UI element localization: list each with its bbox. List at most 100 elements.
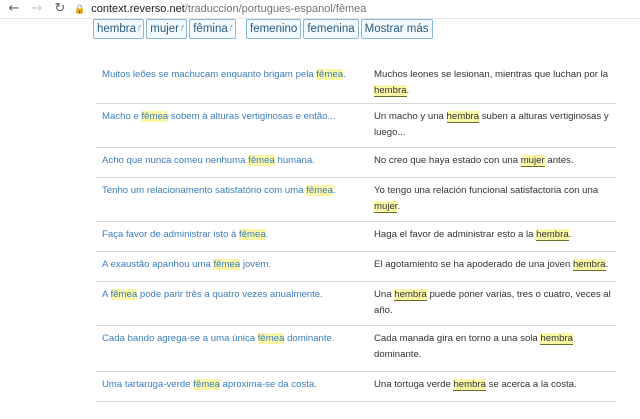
target-sentence[interactable]: Una hembra puede poner varias, tres o cu…	[374, 287, 619, 319]
back-arrow-icon[interactable]: ←	[6, 1, 22, 17]
example-row: Muitos leões se machucam enquanto brigam…	[96, 62, 616, 104]
sentence-text: Haga el favor de administrar esto a la	[374, 229, 537, 240]
sentence-text: Faça favor de administrar isto à	[102, 229, 240, 240]
gender-tag: f	[138, 24, 141, 33]
translation-chip[interactable]: mujer f	[146, 19, 188, 39]
source-sentence[interactable]: Muitos leões se machucam enquanto brigam…	[102, 67, 362, 83]
highlighted-term[interactable]: hembra	[374, 85, 407, 97]
example-row: Faça favor de administrar isto à fêmea. H…	[96, 222, 616, 252]
highlighted-term[interactable]: fêmea	[110, 289, 138, 300]
sentence-text: dominante.	[374, 349, 422, 360]
lock-icon[interactable]: 🔒	[74, 1, 85, 17]
gender-tag: f	[229, 24, 232, 33]
sentence-text: .	[605, 259, 609, 270]
chip-label: hembra	[97, 23, 136, 35]
sentence-text: humana.	[274, 155, 315, 166]
translation-chip[interactable]: femenina	[303, 19, 359, 39]
sentence-text: Yo tengo una relación funcional satisfac…	[374, 185, 599, 196]
sentence-text: Muchos leones se lesionan, mientras que …	[374, 69, 609, 80]
highlighted-term[interactable]: mujer	[520, 155, 545, 167]
example-row: Acho que nunca comeu nenhuma fêmea human…	[96, 148, 616, 178]
address-bar[interactable]: 🔒 context.reverso.net/traduccion/portugue…	[74, 1, 634, 17]
target-sentence[interactable]: El agotamiento se ha apoderado de una jo…	[374, 257, 619, 273]
sentence-text: sobem à alturas vertiginosas e então...	[168, 111, 336, 122]
sentence-text: Acho que nunca comeu nenhuma	[102, 155, 249, 166]
translation-chips: hembra f mujer f fêmina f femenino femenina Most…	[93, 19, 435, 39]
sentence-text: Uma tartaruga-verde	[102, 379, 194, 390]
example-row: Macho e fêmea sobem à alturas vertiginos…	[96, 104, 616, 148]
target-sentence[interactable]: Cada manada gira en torno a una sola hem…	[374, 331, 619, 363]
sentence-text: .	[265, 229, 269, 240]
translation-chip[interactable]: hembra f	[93, 19, 145, 39]
translation-chip[interactable]: femenino	[246, 19, 302, 39]
sentence-text: A	[102, 289, 111, 300]
highlighted-term[interactable]: hembra	[394, 289, 427, 301]
highlighted-term[interactable]: mujer	[374, 201, 398, 213]
highlighted-term[interactable]: fêmea	[213, 259, 241, 270]
source-sentence[interactable]: Acho que nunca comeu nenhuma fêmea human…	[102, 153, 362, 169]
example-row: Cada bando agrega-se a uma única fêmea d…	[96, 326, 616, 372]
sentence-text: Una tortuga verde	[374, 379, 454, 390]
sentence-text: .	[397, 201, 401, 212]
url-path: /traduccion/portugues-espanol/fêmea	[184, 3, 367, 15]
chip-label: femenino	[250, 23, 298, 35]
sentence-text: antes.	[544, 155, 574, 166]
sentence-text: Muitos leões se machucam enquanto brigam…	[102, 69, 317, 80]
highlighted-term[interactable]: fêmea	[257, 333, 285, 344]
target-sentence[interactable]: Haga el favor de administrar esto a la h…	[374, 227, 619, 243]
target-sentence[interactable]: No creo que haya estado con una mujer an…	[374, 153, 619, 169]
highlighted-term[interactable]: fêmea	[316, 69, 344, 80]
url-host: context.reverso.net	[91, 3, 185, 15]
example-row: A fêmea pode parir três a quatro vezes a…	[96, 282, 616, 326]
sentence-text: Cada manada gira en torno a una sola	[374, 333, 541, 344]
highlighted-term[interactable]: hembra	[540, 333, 573, 345]
forward-arrow-icon[interactable]: →	[29, 1, 45, 17]
source-sentence[interactable]: Macho e fêmea sobem à alturas vertiginos…	[102, 109, 362, 125]
example-row: Uma tartaruga-verde fêmea aproxima-se da…	[96, 372, 616, 402]
source-sentence[interactable]: Uma tartaruga-verde fêmea aproxima-se da…	[102, 377, 362, 393]
sentence-text: Una	[374, 289, 395, 300]
chip-label: femenina	[307, 23, 355, 35]
highlighted-term[interactable]: hembra	[572, 259, 606, 271]
sentence-text: .	[332, 185, 336, 196]
examples-list: Muitos leões se machucam enquanto brigam…	[0, 62, 640, 402]
source-sentence[interactable]: A fêmea pode parir três a quatro vezes a…	[102, 287, 362, 303]
source-sentence[interactable]: A exaustão apanhou uma fêmea jovem.	[102, 257, 362, 273]
sentence-text: Tenho um relacionamento satisfatório com…	[102, 185, 307, 196]
sentence-text: pode parir três a quatro vezes anualment…	[137, 289, 323, 300]
source-sentence[interactable]: Faça favor de administrar isto à fêmea.	[102, 227, 362, 243]
sentence-text: .	[406, 85, 410, 96]
highlighted-term[interactable]: hembra	[446, 111, 480, 123]
sentence-text: se acerca a la costa.	[486, 379, 577, 390]
sentence-text: .	[568, 229, 572, 240]
chip-label: Mostrar más	[364, 23, 429, 35]
highlighted-term[interactable]: fêmea	[306, 185, 333, 196]
sentence-text: El agotamiento se ha apoderado de una jo…	[374, 259, 573, 270]
highlighted-term[interactable]: hembra	[453, 379, 486, 391]
translation-chip[interactable]: fêmina f	[189, 19, 236, 39]
source-sentence[interactable]: Tenho um relacionamento satisfatório com…	[102, 183, 362, 199]
highlighted-term[interactable]: fêmea	[239, 229, 266, 240]
highlighted-term[interactable]: fêmea	[193, 379, 220, 390]
highlighted-term[interactable]: hembra	[536, 229, 569, 241]
chip-label: fêmina	[193, 23, 228, 35]
sentence-text: A exaustão apanhou uma	[102, 259, 214, 270]
sentence-text: aproxima-se da costa.	[219, 379, 317, 390]
sentence-text: No creo que haya estado con una	[374, 155, 521, 166]
sentence-text: jovem.	[240, 259, 272, 270]
example-row: Tenho um relacionamento satisfatório com…	[96, 178, 616, 222]
browser-toolbar: ← → ↻ 🔒 context.reverso.net/traduccion/po…	[0, 0, 640, 19]
sentence-text: Macho e	[102, 111, 142, 122]
sentence-text: dominante.	[284, 333, 335, 344]
target-sentence[interactable]: Yo tengo una relación funcional satisfac…	[374, 183, 619, 215]
target-sentence[interactable]: Un macho y una hembra suben a alturas ve…	[374, 109, 619, 141]
target-sentence[interactable]: Muchos leones se lesionan, mientras que …	[374, 67, 619, 99]
sentence-text: .	[343, 69, 346, 80]
highlighted-term[interactable]: fêmea	[248, 155, 275, 166]
reload-icon[interactable]: ↻	[52, 1, 68, 17]
source-sentence[interactable]: Cada bando agrega-se a uma única fêmea d…	[102, 331, 362, 347]
example-row: A exaustão apanhou uma fêmea jovem. El ag…	[96, 252, 616, 282]
highlighted-term[interactable]: fêmea	[141, 111, 169, 122]
translation-chip[interactable]: Mostrar más	[360, 19, 433, 39]
target-sentence[interactable]: Una tortuga verde hembra se acerca a la …	[374, 377, 619, 393]
